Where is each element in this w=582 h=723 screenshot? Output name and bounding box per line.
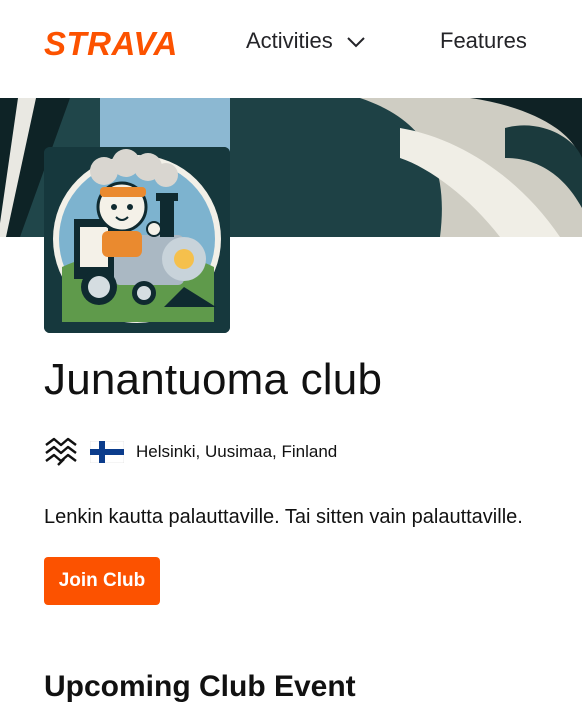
club-meta: Helsinki, Uusimaa, Finland [44, 434, 337, 470]
site-header: STRAVA Activities Features [0, 0, 582, 98]
run-wave-icon [45, 437, 77, 466]
nav-activities[interactable]: Activities [246, 28, 367, 54]
logo-text: STRAVA [44, 26, 178, 60]
join-club-button[interactable]: Join Club [44, 557, 160, 605]
upcoming-events-title: Upcoming Club Event [44, 670, 356, 703]
club-avatar [44, 147, 230, 333]
club-location: Helsinki, Uusimaa, Finland [136, 442, 338, 461]
nav-features[interactable]: Features [440, 28, 527, 54]
finland-flag-icon [90, 441, 124, 463]
strava-logo[interactable]: STRAVA [44, 26, 186, 60]
nav-activities-label: Activities [246, 28, 333, 53]
club-title: Junantuoma club [44, 355, 383, 404]
club-description: Lenkin kautta palauttaville. Tai sitten … [44, 506, 523, 528]
chevron-down-icon [347, 37, 365, 48]
